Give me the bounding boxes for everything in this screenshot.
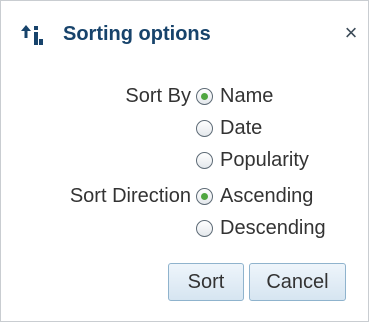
sort-direction-label: Sort Direction (69, 185, 191, 207)
sort-by-label: Sort By (125, 85, 191, 107)
sort-icon-graphic (21, 25, 43, 45)
close-icon[interactable]: × (341, 21, 361, 45)
cancel-button[interactable]: Cancel (249, 263, 346, 301)
dialog-header: Sorting options × (1, 1, 368, 67)
radio-button[interactable] (196, 119, 213, 137)
dialog-title: Sorting options (63, 23, 211, 45)
sort-button[interactable]: Sort (168, 263, 244, 301)
radio-button[interactable] (196, 219, 213, 237)
radio-label: Name (220, 85, 274, 107)
radio-button[interactable] (196, 187, 213, 205)
sort-icon (21, 25, 45, 45)
sort-by-option-date[interactable]: Date (196, 114, 262, 142)
radio-label: Date (220, 117, 263, 139)
radio-label: Ascending (220, 185, 314, 207)
sort-by-option-popularity[interactable]: Popularity (196, 146, 309, 174)
radio-button[interactable] (196, 151, 213, 169)
radio-button[interactable] (196, 87, 213, 105)
sorting-options-dialog: Sorting options × Sort By Name Date Popu… (0, 0, 369, 322)
sort-by-option-name[interactable]: Name (196, 82, 273, 110)
sort-direction-option-descending[interactable]: Descending (196, 214, 326, 242)
radio-label: Descending (220, 217, 326, 239)
sort-direction-option-ascending[interactable]: Ascending (196, 182, 313, 210)
radio-label: Popularity (220, 149, 309, 171)
